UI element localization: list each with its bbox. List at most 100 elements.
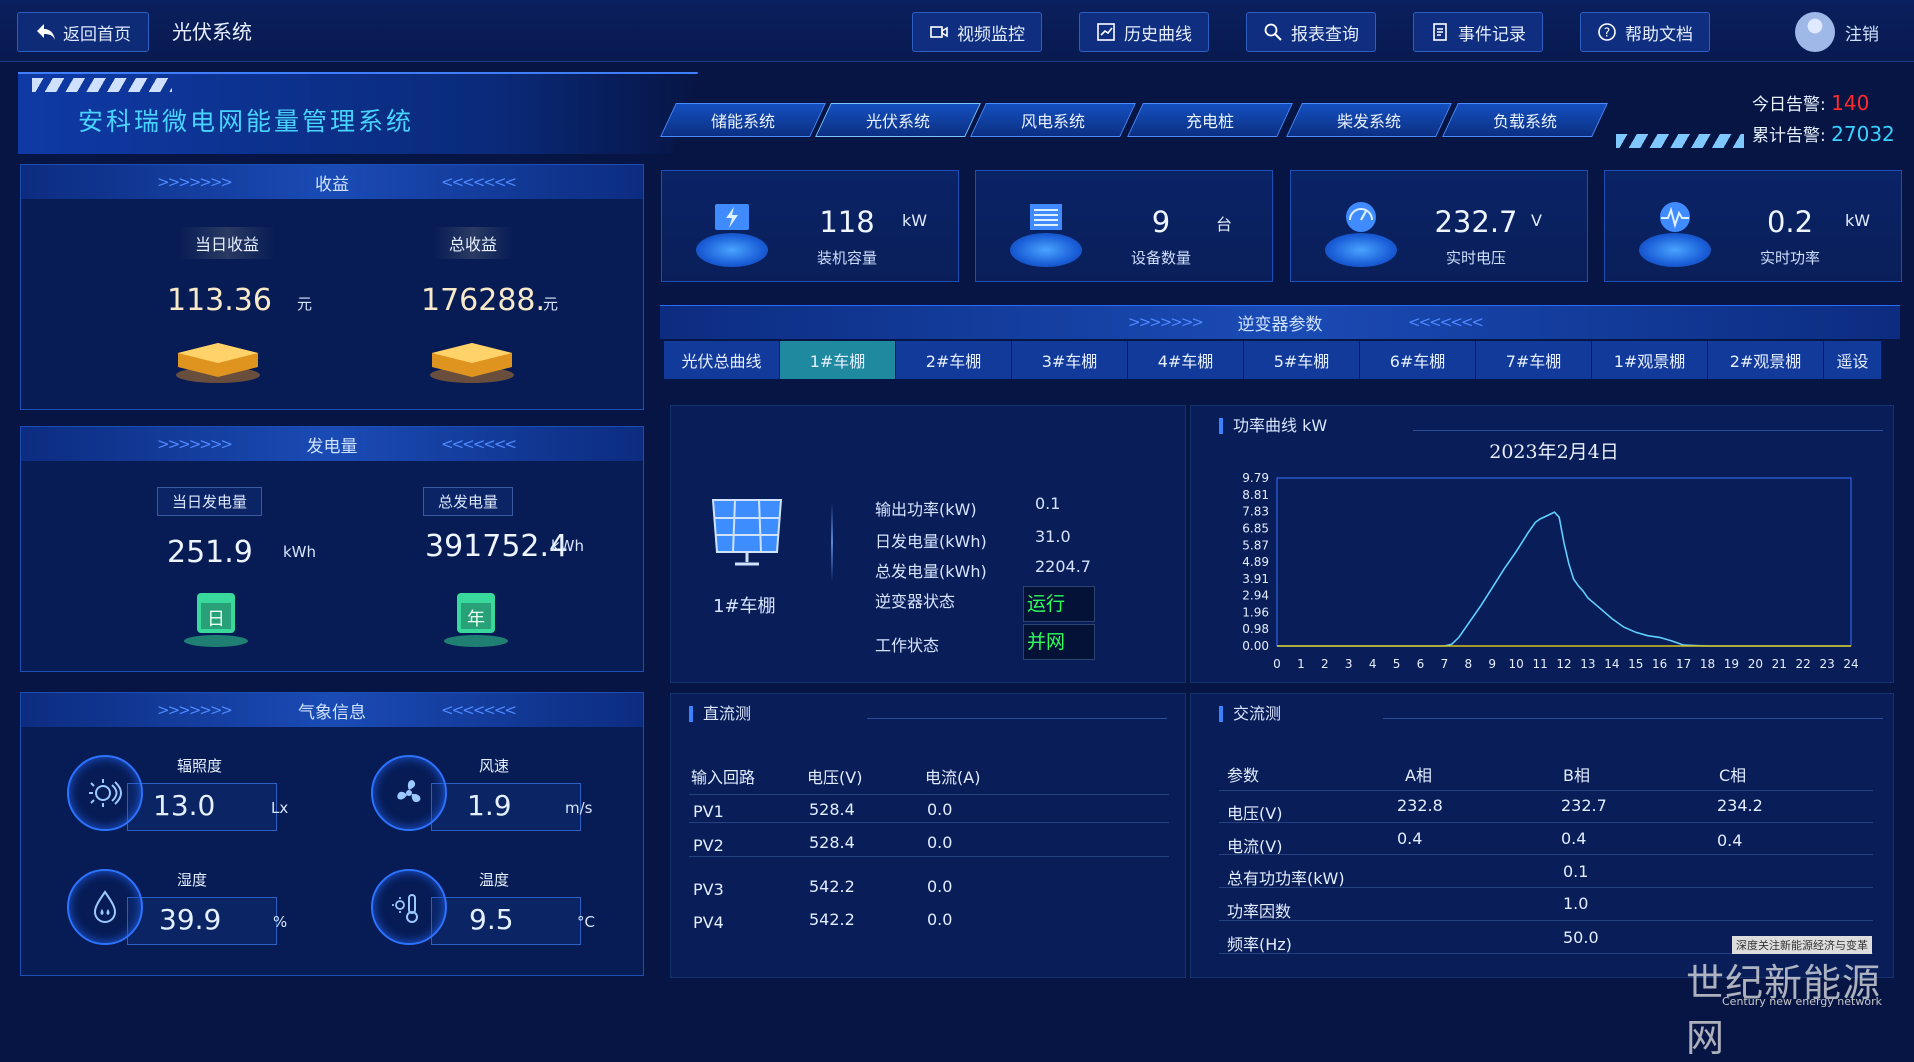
x-tick-label: 5 [1393,657,1401,671]
stat-card-power: 0.2 kW 实时功率 [1604,170,1902,282]
total-revenue-label: 总收益 [433,227,514,259]
ac-row-current-b: 0.4 [1561,829,1587,848]
system-tab-pv[interactable]: 光伏系统 [815,103,981,137]
sun-icon [67,755,143,831]
x-tick-label: 10 [1509,657,1524,671]
inverter-tab[interactable]: 2#观景棚 [1708,341,1824,379]
calendar-year-icon: 年 [444,593,508,647]
wind-speed-value: 1.9 [467,789,512,822]
inverter-tab[interactable]: 3#车棚 [1012,341,1128,379]
x-tick-label: 21 [1772,657,1787,671]
logout-label: 注销 [1845,24,1879,45]
dc-row-pv1-voltage: 528.4 [809,800,855,819]
ac-header-phase-c: C相 [1719,766,1747,785]
row-divider [1219,887,1873,888]
help-icon: ? [1598,23,1616,41]
x-tick-label: 13 [1580,657,1595,671]
inverter-tab[interactable]: 遥设 [1824,341,1882,379]
dc-header-current: 电流(A) [925,768,981,787]
nav-help-button[interactable]: ? 帮助文档 [1580,12,1710,52]
voltage-label: 实时电压 [1445,249,1506,267]
system-tab-storage[interactable]: 储能系统 [660,103,826,137]
decor-stripes-right [1616,134,1744,148]
weather-panel-title: 气象信息 [298,702,366,723]
dc-row-pv1-name: PV1 [693,802,724,821]
ac-row-current-c: 0.4 [1717,831,1743,850]
total-revenue-value: 176288. [421,283,546,318]
back-home-label: 返回首页 [63,24,131,45]
alarm-total-label: 累计告警: [1752,126,1826,146]
dc-panel: 直流测 输入回路 电压(V) 电流(A) PV1 528.4 0.0 PV2 5… [670,693,1186,978]
system-tab-label: 储能系统 [710,112,775,131]
ac-header-phase-a: A相 [1405,766,1432,785]
row-divider [689,856,1169,857]
humidity-icon [67,869,143,945]
x-tick-label: 6 [1417,657,1425,671]
weather-panel-header: 气象信息 [21,693,643,727]
system-tab-wind[interactable]: 风电系统 [970,103,1136,137]
system-tab-load[interactable]: 负载系统 [1442,103,1608,137]
nav-events-button[interactable]: 事件记录 [1413,12,1543,52]
row-divider [1219,854,1873,855]
ac-row-active-power-value: 0.1 [1563,862,1589,881]
x-tick-label: 2 [1321,657,1329,671]
ac-header-param: 参数 [1227,766,1260,785]
device-info-panel: 1#车棚 输出功率(kW) 0.1 日发电量(kWh) 31.0 总发电量(kW… [670,405,1186,683]
x-tick-label: 15 [1628,657,1643,671]
video-icon [930,26,948,38]
inverter-tab[interactable]: 2#车棚 [896,341,1012,379]
decor-arrows: >>>>>>> [157,701,233,719]
inverter-tab[interactable]: 1#车棚 [780,341,896,379]
row-divider [689,794,1169,795]
temperature-label: 温度 [479,871,510,889]
chart-title: 2023年2月4日 [1489,441,1619,463]
divider [831,502,833,582]
inverter-tab[interactable]: 6#车棚 [1360,341,1476,379]
device-count-label: 设备数量 [1130,249,1191,267]
system-tab-label: 负载系统 [1492,112,1557,131]
inverter-tab[interactable]: 1#观景棚 [1592,341,1708,379]
inverter-header: 逆变器参数 [660,305,1900,339]
generation-panel-title: 发电量 [306,436,358,457]
y-tick-label: 0.98 [1242,622,1269,636]
stat-card-voltage: 232.7 V 实时电压 [1290,170,1588,282]
today-generation-unit: kWh [283,543,317,561]
alarm-today-label: 今日告警: [1752,95,1826,115]
back-arrow-icon [37,24,55,40]
temperature-unit: °C [577,913,595,931]
inverter-section: 逆变器参数 >>>>>>> <<<<<<< 光伏总曲线 1#车棚 2#车棚 3#车棚 4… [660,305,1900,978]
logout-button[interactable]: 注销 [1795,12,1879,52]
device-count-value: 9 [1151,205,1171,239]
inverter-tab[interactable]: 4#车棚 [1128,341,1244,379]
x-tick-label: 23 [1819,657,1834,671]
dc-title: 直流测 [689,706,751,722]
system-tab-charging[interactable]: 充电桩 [1127,103,1293,137]
y-tick-label: 2.94 [1242,589,1269,603]
inverter-tab[interactable]: 5#车棚 [1244,341,1360,379]
inverter-tab-row: 光伏总曲线 1#车棚 2#车棚 3#车棚 4#车棚 5#车棚 6#车棚 7#车棚 1#观景棚 2#… [664,341,1882,379]
nav-history-button[interactable]: 历史曲线 [1079,12,1209,52]
calendar-year-icon-text: 年 [467,609,485,630]
inverter-tab[interactable]: 光伏总曲线 [664,341,780,379]
nav-video-button[interactable]: 视频监控 [912,12,1042,52]
dc-row-pv3-voltage: 542.2 [809,877,855,896]
document-icon [1433,23,1447,41]
inverter-tab[interactable]: 7#车棚 [1476,341,1592,379]
alarm-today-value: 140 [1831,91,1870,115]
total-generation-value: 391752.4 [425,529,569,564]
y-tick-label: 3.91 [1242,572,1269,586]
decor-arrows: >>>>>>> [157,173,233,191]
x-tick-label: 22 [1796,657,1811,671]
system-tab-diesel[interactable]: 柴发系统 [1286,103,1452,137]
ac-row-voltage-c: 234.2 [1717,796,1763,815]
wind-speed-unit: m/s [565,799,593,817]
top-bar: 返回首页 光伏系统 视频监控 历史曲线 报表查询 事件记录 ? 帮助文档 注销 [0,0,1914,62]
back-home-button[interactable]: 返回首页 [17,12,149,52]
nav-report-button[interactable]: 报表查询 [1246,12,1376,52]
svg-text:?: ? [1604,26,1610,40]
y-tick-label: 9.79 [1242,471,1269,485]
alarm-total-value: 27032 [1831,122,1895,146]
output-power-value: 0.1 [1035,494,1061,513]
today-generation-value: 251.9 [167,535,253,570]
capacity-value: 118 [819,205,875,239]
